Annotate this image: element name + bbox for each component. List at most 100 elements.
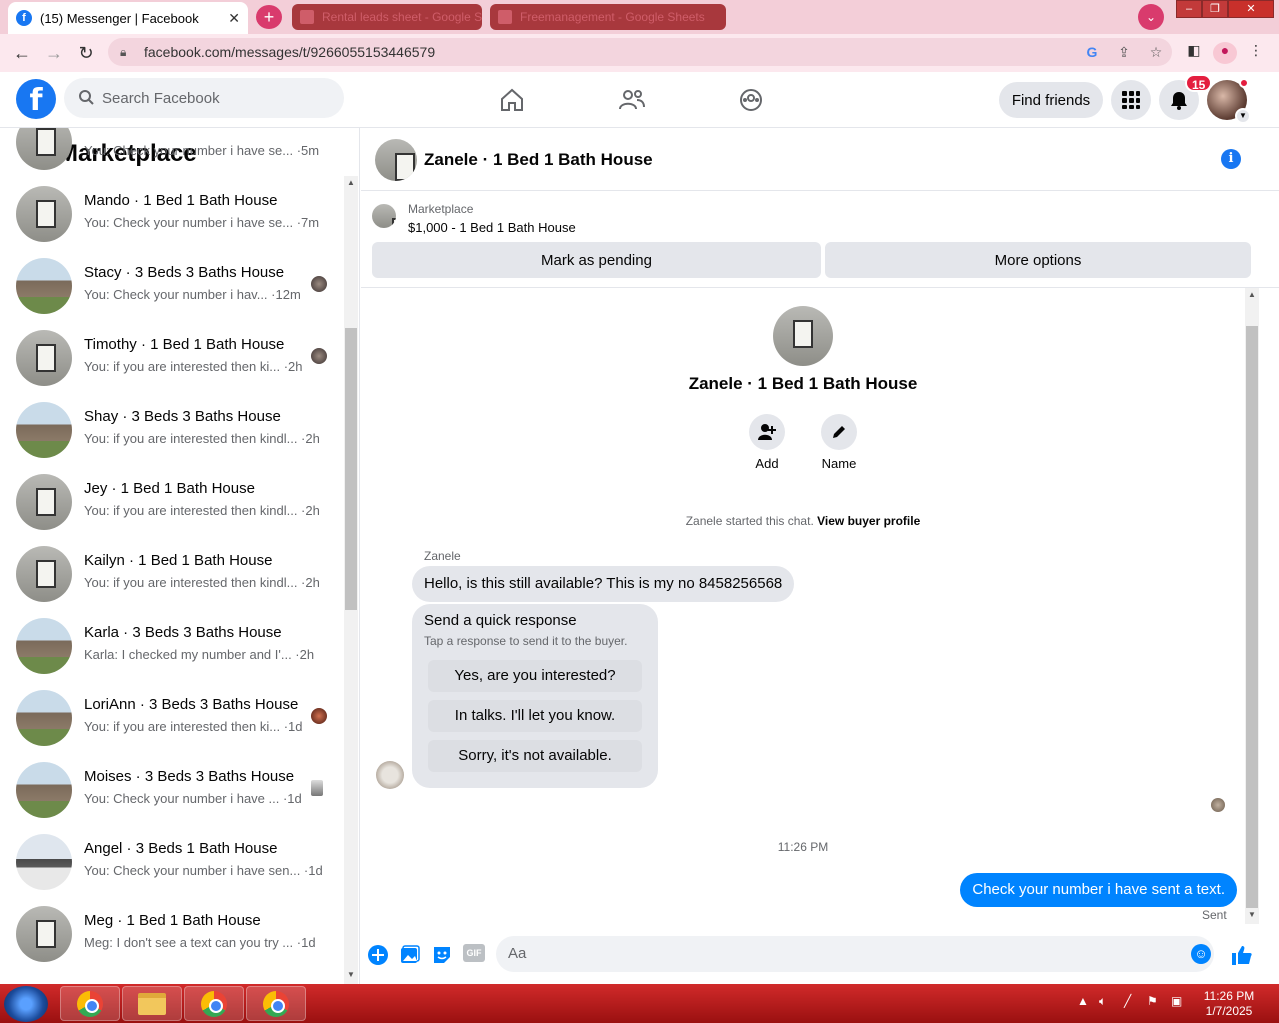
chat-avatar[interactable] (375, 139, 417, 181)
incoming-message[interactable]: Hello, is this still available? This is … (412, 566, 795, 602)
conversation-item[interactable]: Mando · 1 Bed 1 Bath House You: Check yo… (0, 178, 344, 250)
listing-avatar (16, 330, 72, 386)
share-icon[interactable]: ⇪ (1108, 44, 1140, 61)
taskbar-chrome-app[interactable] (246, 986, 306, 1021)
address-bar[interactable]: 🔒︎ facebook.com/messages/t/9266055153446… (108, 38, 1172, 66)
message-input[interactable]: Aa (496, 936, 1214, 972)
plus-circle-icon[interactable] (367, 944, 389, 966)
search-input[interactable]: Search Facebook (64, 78, 344, 118)
back-arrow-icon[interactable]: ← (6, 43, 38, 64)
scrollbar-thumb[interactable] (345, 328, 357, 610)
conversation-name: Mando · 1 Bed 1 Bath House (84, 192, 278, 209)
chat-scrollbar[interactable]: ▲ ▼ (1245, 288, 1259, 924)
flag-icon[interactable]: ⚑ (1147, 994, 1158, 1008)
tab-search-icon[interactable]: ⌄ (1138, 4, 1164, 30)
profile-icon[interactable]: ● (1213, 42, 1237, 64)
account-avatar[interactable]: ▼ (1207, 78, 1251, 124)
sheets-favicon-icon (498, 10, 512, 24)
volume-muted-icon[interactable]: 🔈︎ (1099, 994, 1106, 1009)
listing-avatar (16, 546, 72, 602)
sender-avatar[interactable] (376, 761, 404, 789)
add-button[interactable]: Add (737, 414, 797, 471)
reload-icon[interactable]: ↻ (70, 43, 102, 64)
outgoing-message[interactable]: Check your number i have sent a text. (960, 873, 1237, 907)
menu-grid-icon[interactable] (1111, 80, 1151, 120)
pen-tray-icon[interactable]: ╱ (1124, 994, 1131, 1008)
quick-response-button[interactable]: In talks. I'll let you know. (428, 700, 642, 732)
conversation-item[interactable]: Stacy · 3 Beds 3 Baths House You: Check … (0, 250, 344, 322)
home-icon[interactable] (492, 82, 532, 118)
read-receipt-avatar (311, 780, 323, 796)
listing-avatar (16, 834, 72, 890)
find-friends-button[interactable]: Find friends (999, 82, 1103, 118)
new-tab-button[interactable]: + (256, 5, 282, 29)
scroll-down-arrow-icon[interactable]: ▼ (344, 970, 358, 979)
conversation-list-scrollbar[interactable]: ▲ ▼ (344, 176, 358, 984)
conversation-item[interactable]: Timothy · 1 Bed 1 Bath House You: if you… (0, 322, 344, 394)
quick-response-button[interactable]: Sorry, it's not available. (428, 740, 642, 772)
minimize-button[interactable]: – (1176, 0, 1202, 18)
profile-avatar[interactable] (773, 306, 833, 366)
bookmark-star-icon[interactable]: ☆ (1140, 44, 1172, 61)
sticker-icon[interactable] (431, 944, 453, 966)
conversation-item[interactable]: Karla · 3 Beds 3 Baths House Karla: I ch… (0, 610, 344, 682)
scroll-up-arrow-icon[interactable]: ▲ (1245, 290, 1259, 299)
read-receipt-avatar (311, 708, 327, 724)
conversation-item[interactable]: Angel · 3 Beds 1 Bath House You: Check y… (0, 826, 344, 898)
browser-tab-bar: f (15) Messenger | Facebook ✕ + Rental l… (0, 0, 1279, 34)
conversation-item[interactable]: Kailyn · 1 Bed 1 Bath House You: if you … (0, 538, 344, 610)
mark-as-pending-button[interactable]: Mark as pending (372, 242, 821, 278)
side-panel-icon[interactable]: ◧ (1182, 42, 1206, 64)
listing-thumbnail[interactable] (372, 204, 396, 228)
conversation-name: Stacy · 3 Beds 3 Baths House (84, 264, 285, 281)
conversation-item[interactable]: LoriAnn · 3 Beds 3 Baths House You: if y… (0, 682, 344, 754)
info-icon[interactable]: i (1221, 149, 1241, 169)
maximize-button[interactable]: ❐ (1202, 0, 1228, 18)
conversation-item[interactable]: Meg · 1 Bed 1 Bath House Meg: I don't se… (0, 898, 344, 970)
view-buyer-profile-link[interactable]: View buyer profile (817, 514, 920, 528)
network-icon[interactable]: ▣ (1171, 994, 1182, 1008)
browser-tab-messenger[interactable]: f (15) Messenger | Facebook ✕ (8, 2, 248, 34)
tray-expand-icon[interactable]: ▲ (1077, 994, 1089, 1008)
browser-tab-sheet-1[interactable]: Rental leads sheet - Google Sh... (292, 4, 482, 30)
listing-price[interactable]: $1,000 - 1 Bed 1 Bath House (408, 220, 576, 235)
google-icon[interactable]: G (1076, 44, 1108, 60)
facebook-logo[interactable]: f (16, 79, 56, 119)
gif-icon[interactable]: GIF (463, 944, 485, 962)
listing-avatar (16, 474, 72, 530)
groups-icon[interactable] (731, 82, 771, 118)
conversation-item[interactable]: You: Check your number i have se... ·5m (0, 128, 344, 178)
taskbar-chrome-app[interactable] (184, 986, 244, 1021)
conversation-preview: You: Check your number i have se... ·5m (84, 143, 320, 158)
taskbar-explorer-app[interactable] (122, 986, 182, 1021)
conversation-item[interactable]: Moises · 3 Beds 3 Baths House You: Check… (0, 754, 344, 826)
name-button[interactable]: Name (809, 414, 869, 471)
chevron-down-icon[interactable]: ▼ (1235, 108, 1251, 124)
chat-title[interactable]: Zanele · 1 Bed 1 Bath House (424, 150, 653, 170)
quick-response-button[interactable]: Yes, are you interested? (428, 660, 642, 692)
conversation-preview: You: if you are interested then kindl...… (84, 575, 320, 590)
scrollbar-thumb[interactable] (1246, 326, 1258, 908)
start-button[interactable] (4, 986, 48, 1022)
browser-toolbar: ← → ↻ 🔒︎ facebook.com/messages/t/9266055… (0, 34, 1279, 72)
browser-tab-sheet-2[interactable]: Freemanagement - Google Sheets (490, 4, 726, 30)
window-close-button[interactable]: ✕ (1228, 0, 1274, 18)
scroll-up-arrow-icon[interactable]: ▲ (344, 178, 358, 187)
system-clock[interactable]: 11:26 PM 1/7/2025 (1196, 989, 1262, 1019)
read-receipt-avatar (311, 348, 327, 364)
menu-kebab-icon[interactable]: ⋮ (1244, 42, 1268, 64)
listing-avatar (16, 762, 72, 818)
listing-avatar (16, 258, 72, 314)
close-tab-icon[interactable]: ✕ (228, 10, 240, 27)
conversation-item[interactable]: Shay · 3 Beds 3 Baths House You: if you … (0, 394, 344, 466)
scroll-down-arrow-icon[interactable]: ▼ (1245, 910, 1259, 919)
more-options-button[interactable]: More options (825, 242, 1251, 278)
taskbar-chrome-app[interactable] (60, 986, 120, 1021)
image-icon[interactable] (399, 944, 421, 966)
thumbs-up-icon[interactable] (1229, 942, 1255, 968)
conversation-item[interactable]: Jey · 1 Bed 1 Bath House You: if you are… (0, 466, 344, 538)
pencil-icon (821, 414, 857, 450)
friends-icon[interactable] (612, 82, 652, 118)
forward-arrow-icon[interactable]: → (38, 43, 70, 64)
emoji-icon[interactable]: ☺ (1191, 944, 1211, 964)
